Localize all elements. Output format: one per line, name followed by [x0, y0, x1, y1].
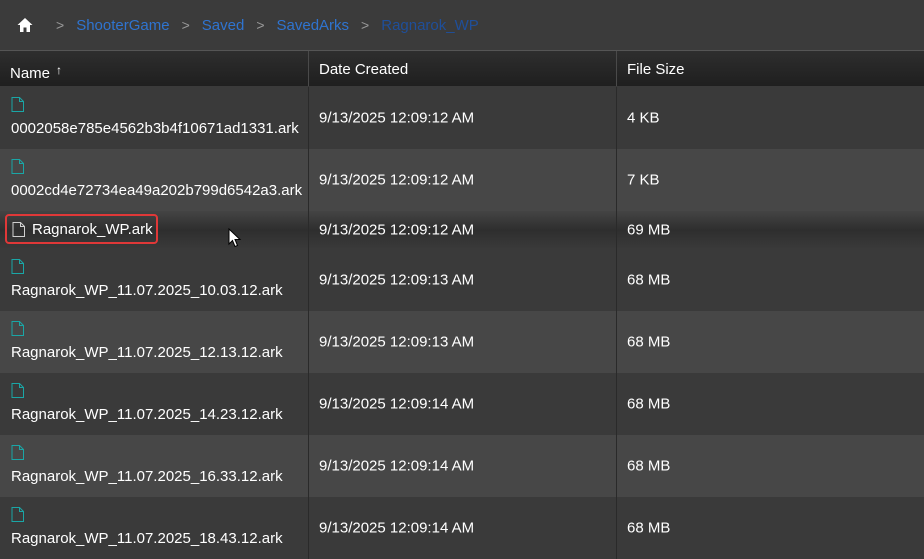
file-size: 68 MB: [627, 395, 671, 413]
file-size: 68 MB: [627, 519, 671, 537]
file-name: Ragnarok_WP_11.07.2025_10.03.12.ark: [11, 282, 283, 299]
column-header-size-label: File Size: [627, 61, 685, 78]
column-header-name[interactable]: Name ↑: [0, 51, 309, 86]
table-row[interactable]: 0002cd4e72734ea49a202b799d6542a3.ark 9/1…: [0, 149, 924, 211]
file-icon: [11, 383, 24, 398]
date-created-cell: 9/13/2025 12:09:13 AM: [309, 249, 617, 311]
breadcrumb-item-savedarks[interactable]: SavedArks: [277, 17, 350, 34]
breadcrumb-separator: >: [256, 17, 265, 33]
date-created: 9/13/2025 12:09:14 AM: [319, 457, 475, 475]
file-icon: [11, 259, 24, 274]
file-name-cell: Ragnarok_WP_11.07.2025_12.13.12.ark: [0, 311, 309, 373]
file-size: 68 MB: [627, 457, 671, 475]
column-header-size[interactable]: File Size: [617, 51, 924, 86]
date-created-cell: 9/13/2025 12:09:14 AM: [309, 497, 617, 559]
column-header-date[interactable]: Date Created: [309, 51, 617, 86]
table-row[interactable]: Ragnarok_WP_11.07.2025_10.03.12.ark 9/13…: [0, 249, 924, 311]
column-header-date-label: Date Created: [319, 61, 409, 78]
file-name-cell: Ragnarok_WP_11.07.2025_10.03.12.ark: [0, 249, 309, 311]
file-size-cell: 68 MB: [617, 311, 924, 373]
file-name: Ragnarok_WP_11.07.2025_16.33.12.ark: [11, 468, 283, 485]
breadcrumb-item-shootergame[interactable]: ShooterGame: [76, 17, 169, 34]
date-created: 9/13/2025 12:09:12 AM: [319, 109, 475, 127]
file-name-cell: Ragnarok_WP_11.07.2025_18.43.12.ark: [0, 497, 309, 559]
date-created-cell: 9/13/2025 12:09:14 AM: [309, 373, 617, 435]
table-row[interactable]: 0002058e785e4562b3b4f10671ad1331.ark 9/1…: [0, 87, 924, 149]
date-created: 9/13/2025 12:09:14 AM: [319, 395, 475, 413]
home-icon[interactable]: [16, 16, 34, 34]
breadcrumb-item-current: Ragnarok_WP: [381, 16, 479, 34]
file-size-cell: 68 MB: [617, 435, 924, 497]
file-icon: [11, 445, 24, 460]
file-icon: [11, 507, 24, 522]
table-row[interactable]: Ragnarok_WP_11.07.2025_12.13.12.ark 9/13…: [0, 311, 924, 373]
file-size: 7 KB: [627, 171, 660, 189]
file-name: 0002058e785e4562b3b4f10671ad1331.ark: [11, 120, 299, 137]
file-size-cell: 68 MB: [617, 373, 924, 435]
file-icon: [11, 159, 24, 174]
date-created-cell: 9/13/2025 12:09:14 AM: [309, 435, 617, 497]
file-size: 69 MB: [627, 221, 671, 239]
file-size-cell: 69 MB: [617, 211, 924, 249]
breadcrumb-separator: >: [361, 17, 370, 33]
date-created-cell: 9/13/2025 12:09:13 AM: [309, 311, 617, 373]
file-name: Ragnarok_WP_11.07.2025_12.13.12.ark: [11, 344, 283, 361]
date-created-cell: 9/13/2025 12:09:12 AM: [309, 87, 617, 149]
file-name-cell: 0002058e785e4562b3b4f10671ad1331.ark: [0, 87, 309, 149]
file-name: Ragnarok_WP_11.07.2025_14.23.12.ark: [11, 406, 283, 423]
table-row[interactable]: Ragnarok_WP_11.07.2025_16.33.12.ark 9/13…: [0, 435, 924, 497]
file-icon: [11, 97, 24, 112]
date-created: 9/13/2025 12:09:12 AM: [319, 221, 475, 239]
file-name-cell: Ragnarok_WP_11.07.2025_16.33.12.ark: [0, 435, 309, 497]
file-size-cell: 7 KB: [617, 149, 924, 211]
mouse-pointer-icon: [228, 228, 242, 248]
file-size: 4 KB: [627, 109, 660, 127]
date-created: 9/13/2025 12:09:14 AM: [319, 519, 475, 537]
file-name: 0002cd4e72734ea49a202b799d6542a3.ark: [11, 182, 303, 199]
date-created-cell: 9/13/2025 12:09:12 AM: [309, 149, 617, 211]
sort-ascending-icon: ↑: [56, 63, 63, 77]
date-created: 9/13/2025 12:09:12 AM: [319, 171, 475, 189]
column-header-name-label: Name: [10, 65, 51, 82]
file-size-cell: 68 MB: [617, 497, 924, 559]
file-name-cell: Ragnarok_WP_11.07.2025_14.23.12.ark: [0, 373, 309, 435]
file-name-cell: Ragnarok_WP.ark: [0, 211, 309, 249]
file-size-cell: 4 KB: [617, 87, 924, 149]
file-name-cell: 0002cd4e72734ea49a202b799d6542a3.ark: [0, 149, 309, 211]
table-row-selected[interactable]: Ragnarok_WP.ark 9/13/2025 12:09:12 AM 69…: [0, 211, 924, 249]
file-size-cell: 68 MB: [617, 249, 924, 311]
breadcrumb-separator: >: [181, 17, 190, 33]
file-size: 68 MB: [627, 333, 671, 351]
file-name: Ragnarok_WP.ark: [32, 221, 153, 238]
breadcrumb-item-saved[interactable]: Saved: [202, 17, 245, 34]
breadcrumb-separator: >: [56, 17, 65, 33]
file-icon: [12, 222, 25, 237]
table-row[interactable]: Ragnarok_WP_11.07.2025_14.23.12.ark 9/13…: [0, 373, 924, 435]
date-created: 9/13/2025 12:09:13 AM: [319, 333, 475, 351]
file-icon: [11, 321, 24, 336]
table-header: Name ↑ Date Created File Size: [0, 51, 924, 86]
date-created: 9/13/2025 12:09:13 AM: [319, 271, 475, 289]
date-created-cell: 9/13/2025 12:09:12 AM: [309, 211, 617, 249]
file-name: Ragnarok_WP_11.07.2025_18.43.12.ark: [11, 530, 283, 547]
table-row[interactable]: Ragnarok_WP_11.07.2025_18.43.12.ark 9/13…: [0, 497, 924, 559]
file-size: 68 MB: [627, 271, 671, 289]
breadcrumb: > ShooterGame > Saved > SavedArks > Ragn…: [0, 0, 924, 50]
file-table: Name ↑ Date Created File Size 0002058e785…: [0, 50, 924, 559]
